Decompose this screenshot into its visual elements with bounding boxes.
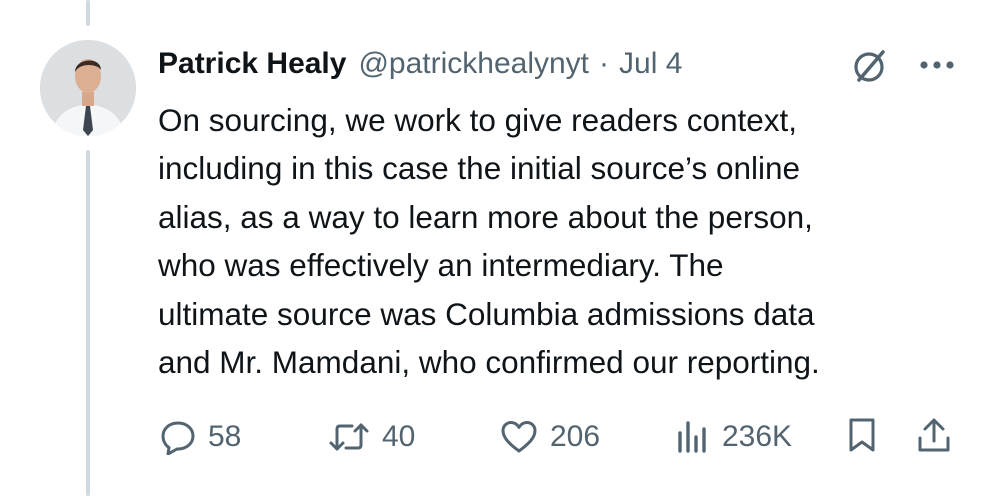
views-icon (676, 419, 710, 455)
bookmark-icon (846, 416, 878, 459)
reply-count: 58 (208, 420, 242, 453)
views-count: 236K (722, 420, 793, 453)
like-button[interactable]: 206 (500, 412, 600, 462)
tweet-text-line: ultimate source was Columbia admissions … (158, 295, 815, 332)
thread-line-top (86, 0, 90, 26)
tweet-text-line: including in this case the initial sourc… (158, 150, 801, 187)
author-name[interactable]: Patrick Healy (158, 47, 346, 81)
repost-count: 40 (382, 420, 416, 453)
action-bar: 58 40 206 236K (0, 412, 1000, 462)
tweet-text: On sourcing, we work to give readers con… (158, 96, 958, 386)
tweet-header: Patrick Healy @patrickhealynyt · Jul 4 (158, 44, 682, 84)
views-button[interactable]: 236K (676, 412, 792, 462)
tweet-text-line: who was effectively an intermediary. The (158, 247, 724, 284)
reply-icon (160, 419, 196, 455)
like-icon (500, 419, 538, 455)
separator-dot: · (599, 47, 610, 80)
tweet-text-line: On sourcing, we work to give readers con… (158, 102, 798, 138)
like-count: 206 (550, 420, 601, 453)
avatar[interactable] (40, 40, 136, 136)
share-icon (916, 416, 952, 459)
author-handle[interactable]: @patrickhealynyt (358, 47, 589, 81)
repost-button[interactable]: 40 (328, 412, 415, 462)
reply-button[interactable]: 58 (160, 412, 241, 462)
more-icon[interactable] (916, 50, 958, 80)
bookmark-button[interactable] (846, 412, 878, 462)
grok-icon[interactable] (850, 46, 890, 86)
repost-icon (328, 419, 370, 455)
share-button[interactable] (916, 412, 952, 462)
tweet-text-line: alias, as a way to learn more about the … (158, 198, 813, 235)
tweet-date[interactable]: Jul 4 (619, 47, 682, 81)
tweet-text-line: and Mr. Mamdani, who confirmed our repor… (158, 344, 820, 381)
